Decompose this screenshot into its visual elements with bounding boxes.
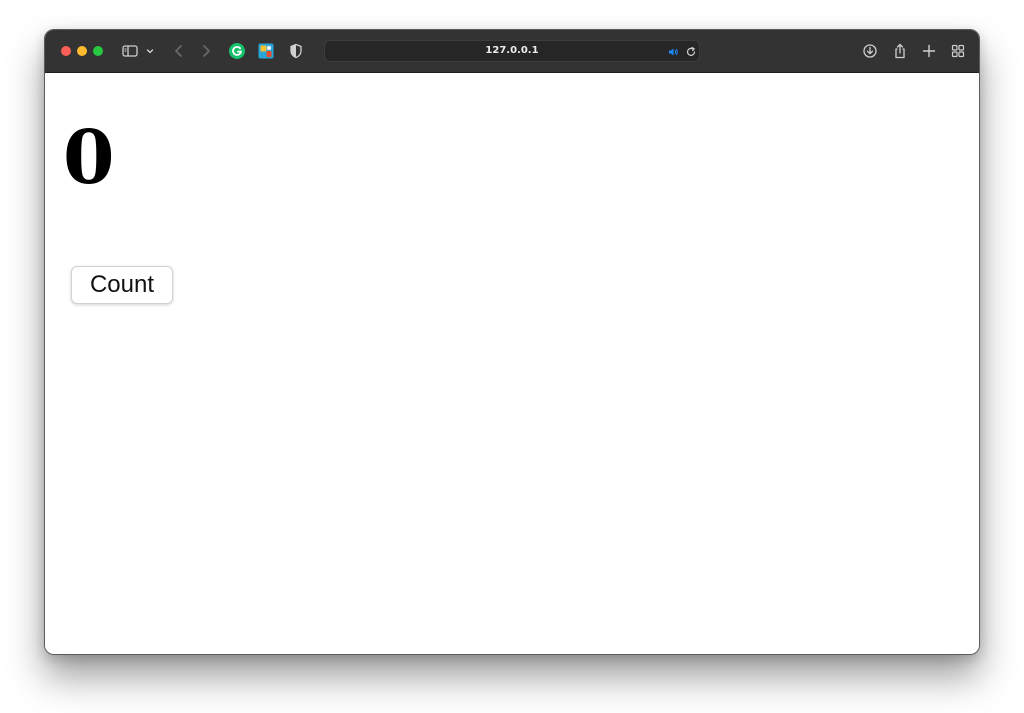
chevron-down-icon[interactable]	[144, 42, 156, 60]
shield-icon[interactable]	[287, 42, 305, 60]
counter-value: 0	[63, 115, 115, 201]
browser-window: 127.0.0.1 0 Count	[44, 29, 980, 655]
grammarly-extension-icon[interactable]	[228, 42, 246, 60]
sidebar-icon[interactable]	[121, 42, 139, 60]
address-bar[interactable]: 127.0.0.1	[324, 40, 700, 62]
new-tab-icon[interactable]	[920, 42, 938, 60]
back-icon[interactable]	[170, 42, 188, 60]
url-text: 127.0.0.1	[485, 45, 539, 56]
extension-icon[interactable]	[257, 42, 275, 60]
page-content: 0 Count	[45, 73, 979, 654]
minimize-window-button[interactable]	[77, 46, 87, 56]
share-icon[interactable]	[891, 42, 909, 60]
tab-overview-icon[interactable]	[949, 42, 967, 60]
browser-toolbar: 127.0.0.1	[45, 30, 979, 73]
count-button[interactable]: Count	[71, 266, 173, 304]
zoom-window-button[interactable]	[93, 46, 103, 56]
reload-icon[interactable]	[685, 45, 697, 57]
speaker-icon[interactable]	[667, 45, 679, 57]
download-icon[interactable]	[861, 42, 879, 60]
forward-icon[interactable]	[197, 42, 215, 60]
close-window-button[interactable]	[61, 46, 71, 56]
